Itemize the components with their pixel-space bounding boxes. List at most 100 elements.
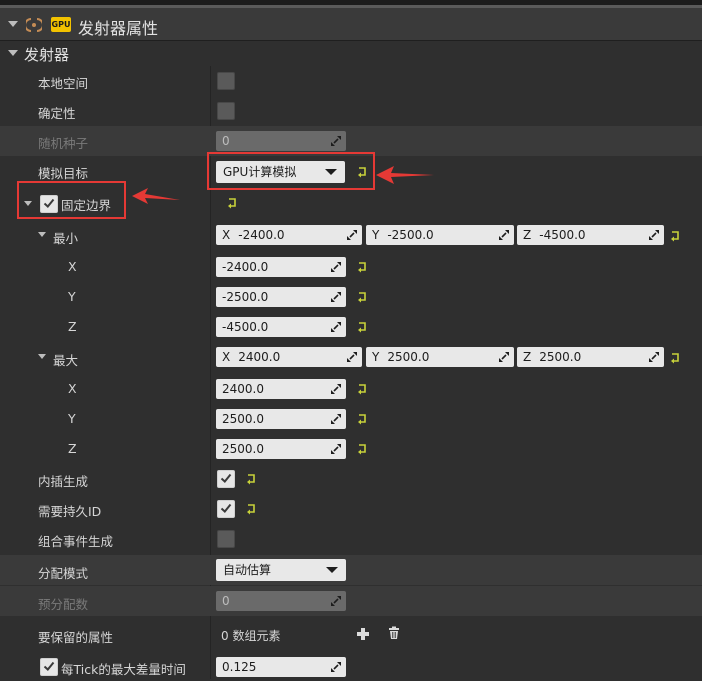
drag-handle-icon[interactable] bbox=[330, 383, 342, 395]
min-x-component-field[interactable]: -2400.0 bbox=[216, 257, 346, 277]
drag-handle-icon[interactable] bbox=[330, 443, 342, 455]
drag-handle-icon[interactable] bbox=[346, 351, 358, 363]
reset-arrow-icon[interactable] bbox=[356, 261, 368, 273]
checkmark-icon bbox=[43, 660, 55, 672]
max-delta-per-tick-checkbox[interactable] bbox=[40, 658, 58, 676]
max-x-field[interactable]: X 2400.0 bbox=[216, 347, 362, 367]
reset-arrow-icon[interactable] bbox=[245, 503, 257, 515]
field-value: 2500.0 bbox=[539, 350, 582, 364]
min-z-component-field[interactable]: -4500.0 bbox=[216, 317, 346, 337]
local-space-checkbox[interactable] bbox=[217, 72, 235, 90]
drag-handle-icon[interactable] bbox=[498, 351, 510, 363]
max-delta-per-tick-field[interactable]: 0.125 bbox=[216, 657, 346, 677]
group-header-emitter[interactable]: 发射器 bbox=[0, 41, 702, 65]
section-header[interactable]: GPU 发射器属性 bbox=[0, 8, 702, 41]
min-y-field[interactable]: Y -2500.0 bbox=[366, 225, 514, 245]
expand-triangle-icon[interactable] bbox=[38, 354, 46, 359]
reset-arrow-icon[interactable] bbox=[226, 197, 238, 209]
combine-event-spawn-checkbox[interactable] bbox=[217, 530, 235, 548]
emitter-icon bbox=[26, 18, 42, 32]
checkmark-icon bbox=[220, 472, 232, 484]
row-label: 随机种子 bbox=[38, 136, 89, 151]
drag-handle-icon[interactable] bbox=[648, 351, 660, 363]
row-determinism: 确定性 bbox=[0, 96, 702, 126]
field-value: -4500.0 bbox=[539, 228, 586, 242]
reset-arrow-icon[interactable] bbox=[669, 352, 681, 364]
field-value: 2500.0 bbox=[387, 350, 430, 364]
min-y-component-field[interactable]: -2500.0 bbox=[216, 287, 346, 307]
max-x-component-field[interactable]: 2400.0 bbox=[216, 379, 346, 399]
alloc-mode-dropdown[interactable]: 自动估算 bbox=[216, 559, 346, 581]
checkmark-icon bbox=[220, 502, 232, 514]
interpolated-spawn-checkbox[interactable] bbox=[217, 470, 235, 488]
reset-arrow-icon[interactable] bbox=[356, 291, 368, 303]
drag-handle-icon[interactable] bbox=[346, 229, 358, 241]
reset-arrow-icon[interactable] bbox=[356, 321, 368, 333]
drag-handle-icon[interactable] bbox=[330, 261, 342, 273]
drag-handle-icon[interactable] bbox=[330, 413, 342, 425]
row-label: 确定性 bbox=[38, 106, 76, 121]
drag-handle-icon[interactable] bbox=[648, 229, 660, 241]
dropdown-value: 自动估算 bbox=[223, 563, 272, 577]
row-alloc-mode: 分配模式 自动估算 bbox=[0, 555, 702, 585]
row-max-delta-per-tick: 每Tick的最大差量时间 0.125 bbox=[0, 651, 702, 681]
row-label: Z bbox=[68, 319, 77, 334]
row-label: X bbox=[68, 381, 77, 396]
axis-label: X bbox=[222, 350, 231, 364]
reset-arrow-icon[interactable] bbox=[669, 230, 681, 242]
drag-handle-icon[interactable] bbox=[330, 291, 342, 303]
drag-handle-icon[interactable] bbox=[330, 321, 342, 333]
min-z-field[interactable]: Z -4500.0 bbox=[517, 225, 664, 245]
row-min-y: Y -2500.0 bbox=[0, 281, 702, 311]
field-value: -2500.0 bbox=[387, 228, 434, 242]
reset-arrow-icon[interactable] bbox=[245, 473, 257, 485]
determinism-checkbox[interactable] bbox=[217, 102, 235, 120]
row-label: X bbox=[68, 259, 77, 274]
min-x-field[interactable]: X -2400.0 bbox=[216, 225, 362, 245]
random-seed-field[interactable]: 0 bbox=[216, 131, 346, 151]
row-label: 模拟目标 bbox=[38, 166, 89, 181]
collapse-triangle-icon[interactable] bbox=[8, 21, 18, 27]
trash-icon[interactable] bbox=[387, 626, 401, 640]
row-label: 内插生成 bbox=[38, 474, 89, 489]
field-value: -2400.0 bbox=[222, 260, 269, 274]
drag-handle-icon[interactable] bbox=[330, 135, 342, 147]
row-min: 最小 X -2400.0 Y -2500.0 Z -4500.0 bbox=[0, 220, 702, 250]
row-label: 分配模式 bbox=[38, 566, 89, 581]
reset-arrow-icon[interactable] bbox=[356, 383, 368, 395]
row-label: 预分配数 bbox=[38, 597, 89, 612]
expand-triangle-icon[interactable] bbox=[38, 232, 46, 237]
row-label: 需要持久ID bbox=[38, 504, 102, 519]
field-value: 0.125 bbox=[222, 660, 257, 674]
pre-alloc-count-field[interactable]: 0 bbox=[216, 591, 346, 611]
row-label: 本地空间 bbox=[38, 76, 89, 91]
reset-arrow-icon[interactable] bbox=[356, 443, 368, 455]
axis-label: Y bbox=[372, 350, 380, 364]
expand-triangle-icon[interactable] bbox=[8, 50, 18, 56]
max-z-component-field[interactable]: 2500.0 bbox=[216, 439, 346, 459]
row-label: 最大 bbox=[53, 353, 79, 368]
row-label: 每Tick的最大差量时间 bbox=[61, 662, 186, 677]
row-local-space: 本地空间 bbox=[0, 66, 702, 96]
requires-persistent-id-checkbox[interactable] bbox=[217, 500, 235, 518]
row-label: 要保留的属性 bbox=[38, 630, 114, 645]
axis-label: Z bbox=[523, 228, 532, 242]
field-value: -2400.0 bbox=[238, 228, 285, 242]
section-title: 发射器属性 bbox=[78, 19, 159, 38]
drag-handle-icon[interactable] bbox=[330, 595, 342, 607]
max-z-field[interactable]: Z 2500.0 bbox=[517, 347, 664, 367]
row-label: 组合事件生成 bbox=[38, 534, 114, 549]
row-requires-persistent-id: 需要持久ID bbox=[0, 494, 702, 524]
row-label: Z bbox=[68, 441, 77, 456]
row-max-z: Z 2500.0 bbox=[0, 433, 702, 463]
annotation-arrow-icon bbox=[376, 166, 434, 184]
group-title: 发射器 bbox=[24, 46, 70, 64]
max-y-field[interactable]: Y 2500.0 bbox=[366, 347, 514, 367]
drag-handle-icon[interactable] bbox=[498, 229, 510, 241]
max-y-component-field[interactable]: 2500.0 bbox=[216, 409, 346, 429]
row-min-z: Z -4500.0 bbox=[0, 311, 702, 341]
drag-handle-icon[interactable] bbox=[330, 661, 342, 673]
field-value: 0 bbox=[222, 594, 230, 608]
add-icon[interactable] bbox=[356, 627, 370, 641]
reset-arrow-icon[interactable] bbox=[356, 413, 368, 425]
